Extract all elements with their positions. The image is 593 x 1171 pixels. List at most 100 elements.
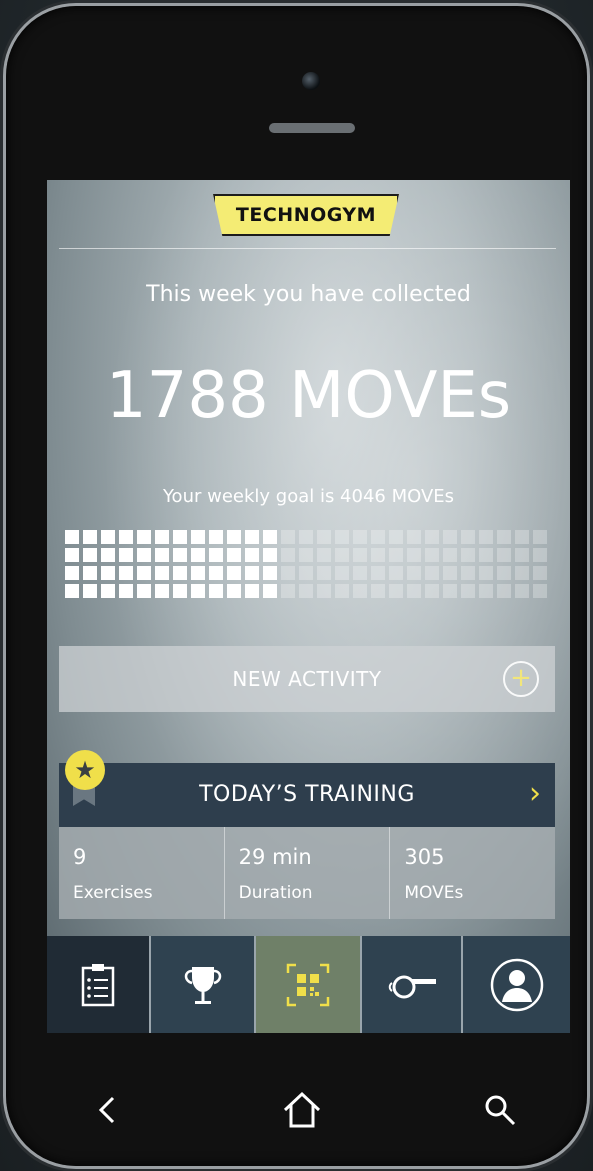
progress-cell [281, 530, 295, 544]
progress-cell [191, 566, 205, 580]
tab-achievements[interactable] [149, 936, 254, 1033]
progress-cell [497, 584, 511, 598]
header-divider [59, 248, 556, 249]
weekly-goal: Your weekly goal is 4046 MOVEs [162, 486, 455, 507]
progress-cell [479, 566, 493, 580]
progress-cell [119, 584, 133, 598]
progress-cell [65, 548, 79, 562]
progress-cell [533, 566, 547, 580]
progress-cell [317, 548, 331, 562]
progress-cell [389, 548, 403, 562]
stat-value: 305 [404, 845, 445, 869]
whistle-icon [388, 975, 436, 998]
progress-cell [227, 530, 241, 544]
progress-cell [65, 530, 79, 544]
progress-cell [317, 566, 331, 580]
todays-training-label: TODAY’S TRAINING [199, 782, 415, 807]
technogym-logo: TECHNOGYM [213, 194, 399, 236]
progress-cell [317, 530, 331, 544]
progress-cell [461, 584, 475, 598]
progress-cell [461, 530, 475, 544]
tab-workouts[interactable] [47, 936, 149, 1033]
progress-cell [443, 530, 457, 544]
progress-cell [371, 548, 385, 562]
progress-cell [443, 548, 457, 562]
progress-cell [515, 548, 529, 562]
progress-cell [443, 584, 457, 598]
progress-cell [479, 548, 493, 562]
progress-cell [425, 584, 439, 598]
progress-cell [101, 566, 115, 580]
progress-cell [497, 548, 511, 562]
progress-cell [137, 566, 151, 580]
earpiece-speaker [269, 123, 355, 133]
progress-cell [227, 584, 241, 598]
progress-cell [461, 548, 475, 562]
stat-exercises: 9 Exercises [59, 827, 224, 919]
progress-cell [155, 548, 169, 562]
progress-cell [515, 530, 529, 544]
new-activity-label: NEW ACTIVITY [232, 667, 382, 691]
progress-cell [101, 548, 115, 562]
progress-cell [317, 584, 331, 598]
progress-cell [353, 530, 367, 544]
back-icon [98, 1096, 115, 1124]
stat-value: 29 min [238, 845, 312, 869]
progress-cell [65, 566, 79, 580]
progress-cell [191, 584, 205, 598]
progress-cell [425, 566, 439, 580]
progress-cell [173, 584, 187, 598]
progress-cell [335, 530, 349, 544]
progress-cell [299, 584, 313, 598]
tab-coach[interactable] [360, 936, 461, 1033]
progress-cell [533, 584, 547, 598]
progress-cell [299, 566, 313, 580]
progress-cell [119, 548, 133, 562]
progress-cell [281, 566, 295, 580]
stat-caption: Exercises [73, 883, 153, 903]
stat-value: 9 [73, 845, 87, 869]
progress-cell [263, 548, 277, 562]
progress-cell [497, 566, 511, 580]
progress-cell [83, 566, 97, 580]
star-icon: ★ [65, 750, 105, 790]
progress-cell [407, 566, 421, 580]
progress-cell [209, 566, 223, 580]
progress-cell [101, 584, 115, 598]
chevron-right-icon: › [529, 776, 541, 811]
progress-cell [515, 566, 529, 580]
tab-profile[interactable] [461, 936, 570, 1033]
todays-training-button[interactable]: TODAY’S TRAINING › [59, 763, 555, 827]
progress-cell [533, 548, 547, 562]
progress-cell [155, 584, 169, 598]
new-activity-button[interactable]: NEW ACTIVITY + [59, 646, 555, 712]
search-button[interactable] [470, 1080, 530, 1140]
progress-cell [371, 530, 385, 544]
progress-cell [335, 584, 349, 598]
progress-cell [371, 584, 385, 598]
progress-cell [119, 566, 133, 580]
weekly-progress-grid [65, 530, 555, 600]
home-button[interactable] [272, 1080, 332, 1140]
progress-cell [335, 566, 349, 580]
progress-cell [209, 584, 223, 598]
progress-cell [353, 584, 367, 598]
progress-cell [137, 584, 151, 598]
progress-cell [209, 548, 223, 562]
progress-cell [65, 584, 79, 598]
app-screen: TECHNOGYM This week you have collected 1… [47, 180, 570, 1033]
progress-cell [245, 584, 259, 598]
progress-cell [191, 530, 205, 544]
progress-cell [497, 530, 511, 544]
progress-cell [515, 584, 529, 598]
back-button[interactable] [78, 1080, 138, 1140]
progress-cell [137, 530, 151, 544]
progress-cell [227, 548, 241, 562]
qr-scan-icon [286, 963, 330, 1006]
progress-cell [407, 548, 421, 562]
progress-cell [479, 584, 493, 598]
progress-cell [335, 548, 349, 562]
front-camera [302, 72, 320, 90]
progress-cell [263, 530, 277, 544]
tab-qr-scan[interactable] [254, 936, 360, 1033]
